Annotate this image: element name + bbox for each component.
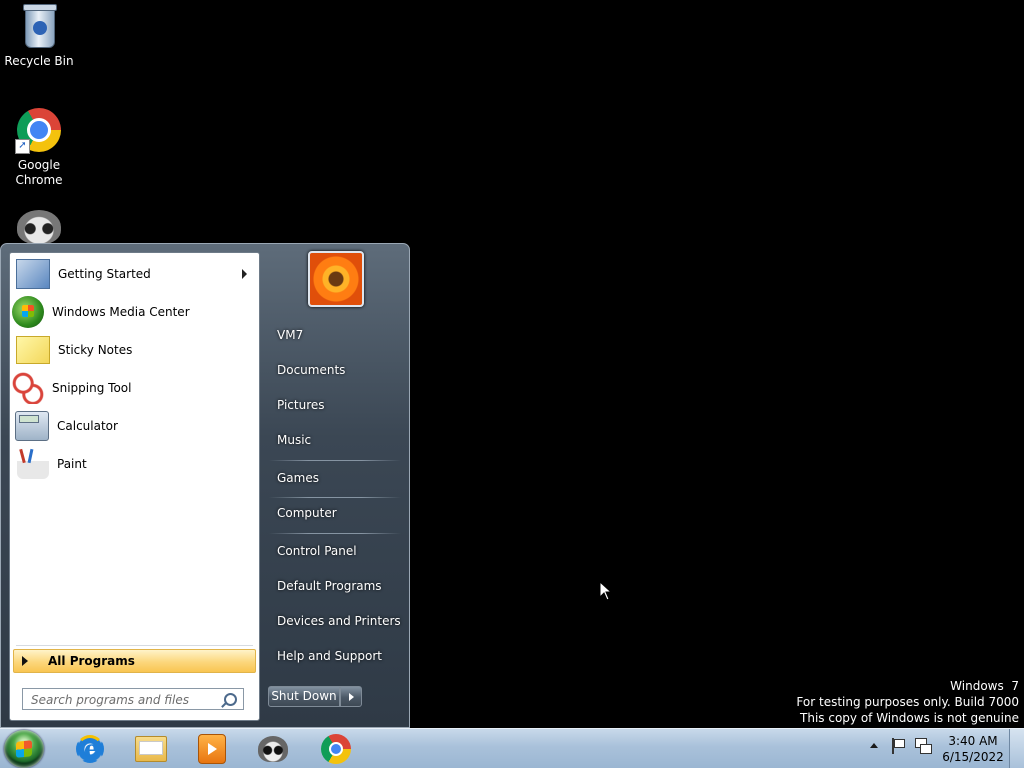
- help-support-label: Help and Support: [277, 649, 382, 663]
- chrome-icon: ➚: [15, 106, 63, 154]
- raccoon-icon: [17, 210, 61, 244]
- shortcut-arrow-icon: ➚: [15, 139, 30, 154]
- default-programs-label: Default Programs: [277, 579, 382, 593]
- recycle-bin-icon: [15, 2, 63, 50]
- chrome-icon: [321, 734, 351, 764]
- control-panel-label: Control Panel: [277, 544, 357, 558]
- shutdown-button[interactable]: Shut Down: [268, 686, 340, 707]
- computer-label: Computer: [277, 506, 337, 520]
- windows-explorer-icon: [135, 736, 167, 762]
- devices-printers-label: Devices and Printers: [277, 614, 401, 628]
- submenu-arrow-icon[interactable]: [242, 269, 247, 279]
- watermark-line: Windows 7: [950, 679, 1019, 693]
- desktop-icon-chrome[interactable]: ➚ Google Chrome: [1, 106, 77, 188]
- right-item-help-support[interactable]: Help and Support: [269, 642, 404, 670]
- start-button[interactable]: [4, 730, 44, 768]
- search-icon[interactable]: [224, 693, 237, 706]
- mouse-cursor-icon: [599, 580, 613, 604]
- desktop-icon-label: Google Chrome: [15, 158, 63, 187]
- all-programs-label: All Programs: [48, 654, 135, 668]
- paint-icon: [17, 449, 49, 479]
- program-snipping-tool[interactable]: Snipping Tool: [12, 370, 257, 406]
- right-item-user[interactable]: VM7: [269, 321, 404, 349]
- divider: [16, 645, 253, 646]
- taskbar-windows-media-player[interactable]: [186, 731, 238, 767]
- search-box[interactable]: [22, 688, 244, 711]
- program-paint[interactable]: Paint: [12, 446, 257, 482]
- pictures-label: Pictures: [277, 398, 325, 412]
- desktop-icon-recycle-bin[interactable]: Recycle Bin: [1, 2, 77, 69]
- action-center-flag-icon[interactable]: [890, 738, 905, 754]
- show-hidden-icons-icon[interactable]: [870, 743, 878, 748]
- games-label: Games: [277, 471, 319, 485]
- divider: [269, 497, 401, 498]
- clock-date: 6/15/2022: [942, 750, 1004, 764]
- divider: [269, 460, 401, 461]
- right-item-music[interactable]: Music: [269, 426, 404, 454]
- desktop-icon-raccoon[interactable]: [1, 210, 77, 244]
- network-icon[interactable]: [915, 738, 932, 754]
- program-getting-started[interactable]: Getting Started: [12, 256, 257, 292]
- raccoon-app-icon: [258, 736, 288, 762]
- user-name-label: VM7: [277, 328, 304, 342]
- program-label: Sticky Notes: [58, 343, 133, 357]
- desktop-icon-label: Recycle Bin: [4, 54, 74, 68]
- right-item-control-panel[interactable]: Control Panel: [269, 537, 404, 565]
- start-menu-programs-pane: Getting Started Windows Media Center Sti…: [9, 252, 260, 721]
- program-sticky-notes[interactable]: Sticky Notes: [12, 332, 257, 368]
- taskbar: 3:40 AM 6/15/2022: [0, 728, 1024, 768]
- program-label: Windows Media Center: [52, 305, 190, 319]
- getting-started-icon: [16, 259, 50, 289]
- program-calculator[interactable]: Calculator: [12, 408, 257, 444]
- expand-arrow-icon: [22, 656, 28, 666]
- windows-watermark: Windows 7 For testing purposes only. Bui…: [796, 678, 1019, 726]
- right-item-devices-printers[interactable]: Devices and Printers: [269, 607, 404, 635]
- shutdown-label: Shut Down: [271, 689, 337, 703]
- shutdown-options-button[interactable]: [340, 686, 362, 707]
- windows-media-center-icon: [12, 296, 44, 328]
- right-item-default-programs[interactable]: Default Programs: [269, 572, 404, 600]
- taskbar-clock[interactable]: 3:40 AM 6/15/2022: [940, 733, 1006, 765]
- all-programs-button[interactable]: All Programs: [13, 649, 256, 673]
- taskbar-windows-explorer[interactable]: [125, 731, 177, 767]
- watermark-line: For testing purposes only. Build 7000: [796, 695, 1019, 709]
- internet-explorer-icon: [76, 734, 104, 763]
- program-windows-media-center[interactable]: Windows Media Center: [12, 294, 257, 330]
- program-label: Calculator: [57, 419, 118, 433]
- start-menu: Getting Started Windows Media Center Sti…: [0, 243, 410, 728]
- taskbar-chrome[interactable]: [310, 731, 362, 767]
- show-desktop-button[interactable]: [1009, 729, 1024, 768]
- windows-media-player-icon: [198, 734, 226, 764]
- right-item-pictures[interactable]: Pictures: [269, 391, 404, 419]
- user-avatar[interactable]: [308, 251, 364, 307]
- snipping-tool-icon: [12, 372, 44, 404]
- sticky-notes-icon: [16, 336, 50, 364]
- watermark-line: This copy of Windows is not genuine: [800, 711, 1019, 725]
- program-label: Paint: [57, 457, 87, 471]
- documents-label: Documents: [277, 363, 346, 377]
- right-item-documents[interactable]: Documents: [269, 356, 404, 384]
- right-item-games[interactable]: Games: [269, 464, 404, 492]
- music-label: Music: [277, 433, 312, 447]
- taskbar-internet-explorer[interactable]: [64, 731, 116, 767]
- clock-time: 3:40 AM: [948, 734, 998, 748]
- program-label: Getting Started: [58, 267, 151, 281]
- taskbar-raccoon-app[interactable]: [247, 731, 299, 767]
- calculator-icon: [15, 411, 49, 441]
- program-label: Snipping Tool: [52, 381, 132, 395]
- search-input[interactable]: [23, 689, 223, 711]
- divider: [269, 533, 401, 534]
- right-item-computer[interactable]: Computer: [269, 499, 404, 527]
